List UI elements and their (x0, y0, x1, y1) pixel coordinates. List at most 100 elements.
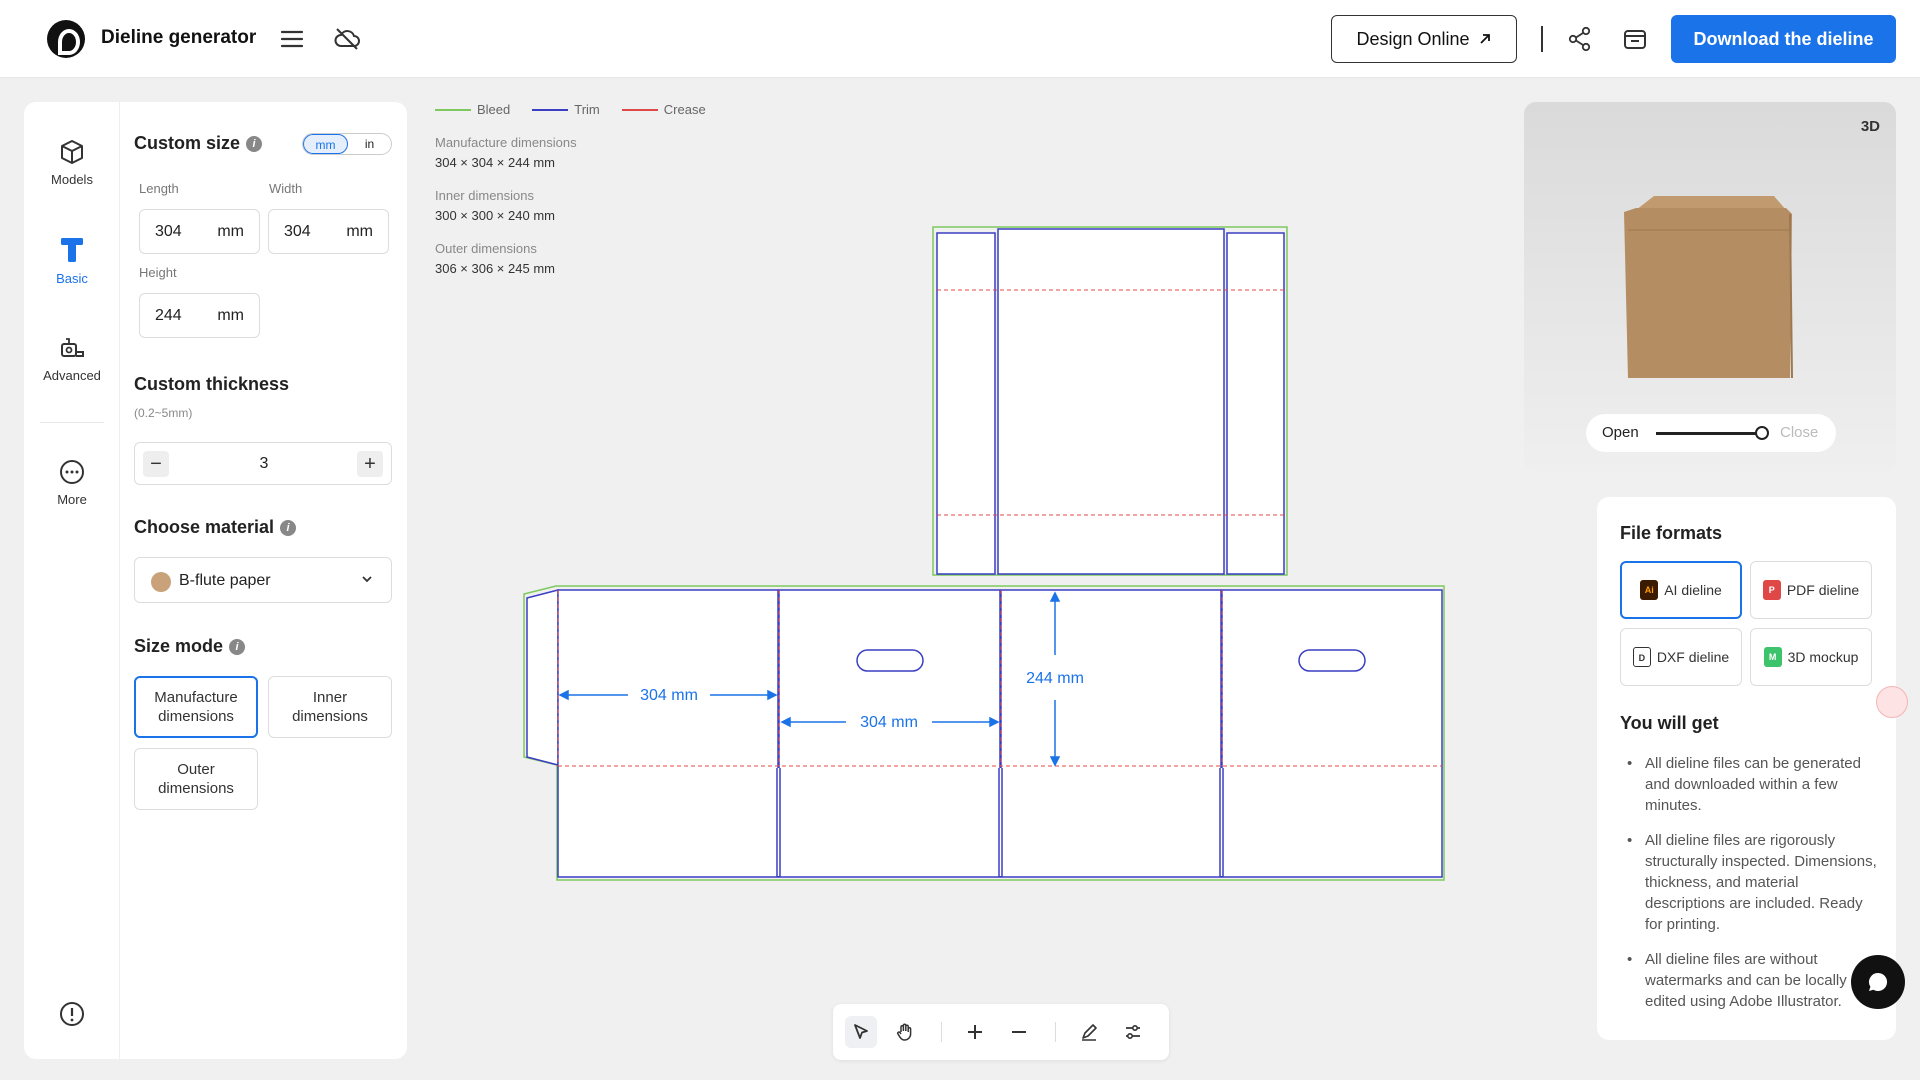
ai-dieline-button[interactable]: Ai AI dieline (1620, 561, 1742, 619)
thickness-stepper: − 3 + (134, 442, 392, 485)
rail-label-advanced: Advanced (43, 368, 101, 383)
custom-size-label: Custom size (134, 133, 241, 153)
dxf-dieline-button[interactable]: D DXF dieline (1620, 628, 1742, 686)
toolbar-separator (1055, 1022, 1056, 1042)
benefits-list: All dieline files can be generated and d… (1627, 753, 1879, 1026)
share-icon[interactable] (1565, 24, 1595, 54)
rail-item-advanced[interactable]: Advanced (24, 334, 120, 383)
increment-button[interactable]: + (357, 451, 383, 477)
app-title: Dieline generator (101, 27, 257, 48)
thickness-range: (0.2~5mm) (134, 406, 193, 420)
dxf-dieline-label: DXF dieline (1656, 649, 1730, 665)
material-swatch (151, 572, 171, 592)
legend-bleed-label: Bleed (477, 102, 511, 117)
info-icon[interactable]: i (229, 639, 246, 655)
chat-icon[interactable] (1851, 955, 1905, 1009)
settings-sliders-icon[interactable] (1117, 1016, 1149, 1048)
list-item: All dieline files are rigorously structu… (1627, 830, 1879, 935)
tape-measure-icon (61, 338, 84, 357)
height-label: Height (139, 265, 177, 280)
material-title: Choose material i (134, 517, 297, 538)
manufacture-dims-value: 304 × 304 × 244 mm (435, 155, 555, 170)
decrement-button[interactable]: − (143, 451, 169, 477)
external-arrow-icon (1479, 34, 1490, 44)
toolbar-separator (941, 1022, 942, 1042)
pdf-file-icon: P (1762, 580, 1781, 600)
thickness-value[interactable]: 3 (235, 455, 293, 473)
hamburger-menu-icon[interactable] (277, 24, 307, 54)
handle-hole-left (856, 649, 924, 672)
unit-toggle[interactable]: mm in (302, 133, 392, 155)
3d-mockup-button[interactable]: M 3D mockup (1750, 628, 1872, 686)
zoom-out-icon[interactable] (1003, 1016, 1035, 1048)
mockup-file-icon: M (1763, 647, 1782, 667)
fold-slider-track[interactable] (1656, 432, 1762, 435)
mode-outer-button[interactable]: Outer dimensions (134, 748, 258, 810)
design-online-label: Design Online (1356, 28, 1470, 49)
floating-helper-icon[interactable] (1876, 686, 1908, 718)
width-input[interactable]: 304 mm (268, 209, 389, 254)
top-bar: Dieline generator Design Online Download… (0, 0, 1920, 78)
rail-item-basic[interactable]: Basic (24, 235, 120, 286)
info-icon[interactable] (58, 1000, 86, 1033)
3d-preview[interactable]: 3D Open Close (1524, 102, 1896, 472)
rail-label-models: Models (51, 172, 93, 187)
custom-size-title: Custom size i (134, 133, 263, 154)
mode-manufacture-button[interactable]: Manufacture dimensions (134, 676, 258, 738)
lid-panel (997, 228, 1225, 575)
inner-dims-label: Inner dimensions (435, 188, 534, 203)
open-label: Open (1602, 424, 1639, 441)
rail-label-basic: Basic (56, 271, 88, 286)
design-online-button[interactable]: Design Online (1331, 15, 1517, 63)
material-select[interactable]: B-flute paper (134, 557, 392, 603)
length-input[interactable]: 304 mm (139, 209, 260, 254)
measure-pen-icon[interactable] (1073, 1016, 1105, 1048)
crease-swatch (621, 108, 658, 111)
legend-crease: Crease (621, 102, 706, 117)
hand-tool-icon[interactable] (889, 1016, 921, 1048)
cloud-off-icon[interactable] (332, 24, 362, 54)
box-3d-model (1624, 196, 1793, 379)
rail-item-models[interactable]: Models (24, 138, 120, 187)
legend-trim: Trim (532, 102, 600, 117)
width-dimension-label: 304 mm (860, 714, 918, 731)
mode-inner-button[interactable]: Inner dimensions (268, 676, 392, 738)
ai-file-icon: Ai (1640, 580, 1659, 600)
pdf-dieline-button[interactable]: P PDF dieline (1750, 561, 1872, 619)
thickness-title: Custom thickness (134, 374, 290, 394)
3d-view-icon[interactable]: 3D (1861, 118, 1880, 135)
body-panel-2 (778, 589, 1001, 878)
height-input[interactable]: 244 mm (139, 293, 260, 338)
legend-bleed: Bleed (435, 102, 510, 117)
zoom-in-icon[interactable] (959, 1016, 991, 1048)
info-icon[interactable]: i (280, 520, 297, 536)
unit-mm-option[interactable]: mm (303, 134, 348, 154)
unit-in-option[interactable]: in (348, 134, 391, 154)
size-mode-title: Size mode i (134, 636, 246, 657)
fold-slider-handle[interactable] (1755, 426, 1769, 440)
height-dimension-label: 244 mm (1026, 670, 1084, 687)
length-dimension-label: 304 mm (640, 687, 698, 704)
lid-left-flap (936, 232, 996, 575)
archive-box-icon[interactable] (1620, 24, 1650, 54)
select-tool-icon[interactable] (845, 1016, 877, 1048)
length-label: Length (139, 181, 179, 196)
list-item: All dieline files can be generated and d… (1627, 753, 1879, 816)
download-dieline-button[interactable]: Download the dieline (1671, 15, 1896, 63)
dxf-file-icon: D (1632, 647, 1651, 667)
length-unit: mm (217, 222, 244, 240)
width-value: 304 (284, 222, 311, 240)
lid-right-flap (1226, 232, 1285, 575)
body-panel-1 (557, 589, 779, 878)
you-will-get-title: You will get (1620, 713, 1719, 733)
info-icon[interactable]: i (246, 136, 263, 152)
app-logo[interactable] (47, 20, 85, 58)
legend-crease-label: Crease (663, 102, 706, 117)
dieline-canvas[interactable]: 304 mm 304 mm 244 mm (520, 220, 1450, 890)
side-rail: Models Basic Advanced More (24, 102, 120, 1059)
handle-hole-right (1298, 649, 1366, 672)
glue-flap (526, 589, 559, 766)
fold-slider[interactable]: Open Close (1586, 414, 1836, 452)
rail-item-more[interactable]: More (24, 458, 120, 507)
manufacture-dims-label: Manufacture dimensions (435, 135, 577, 150)
